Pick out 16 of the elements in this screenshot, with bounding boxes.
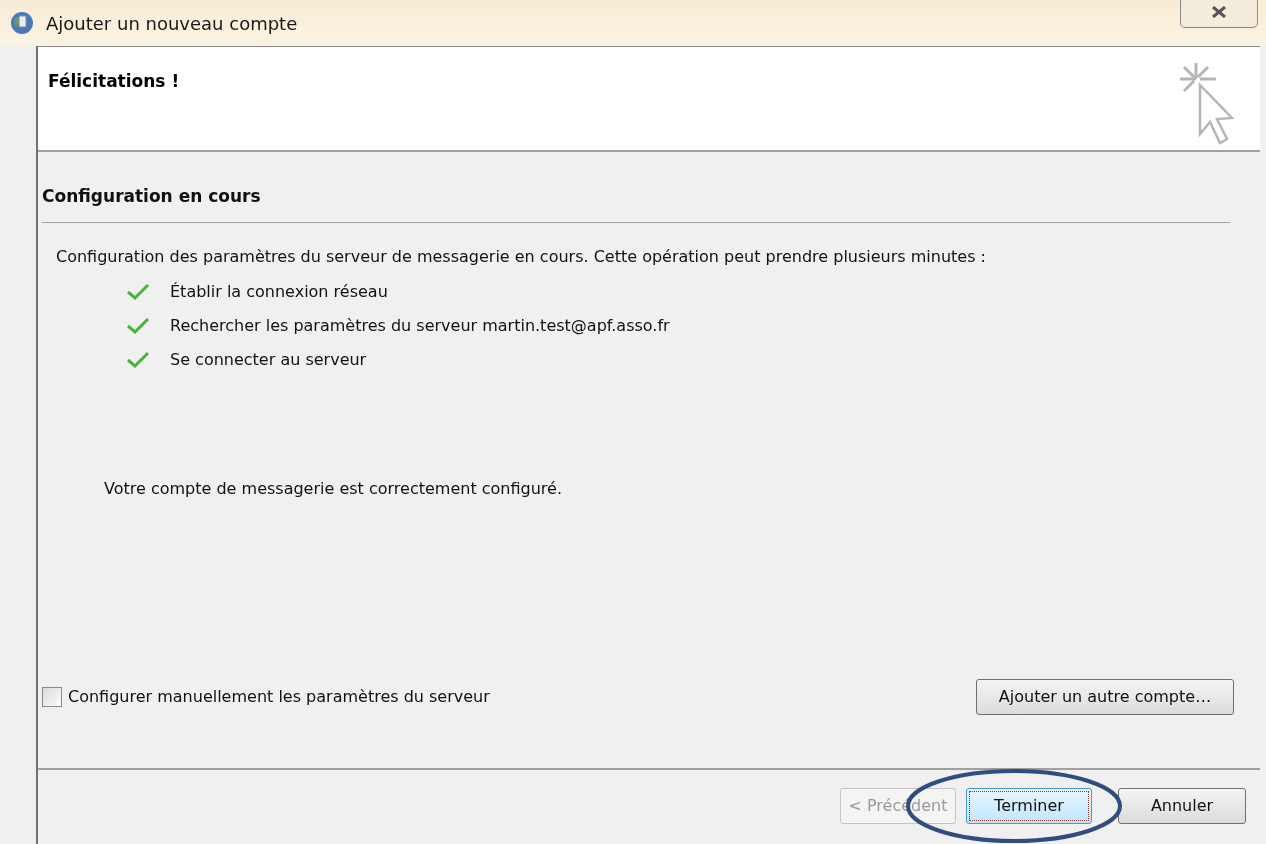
checkbox[interactable] [42,686,62,707]
intro-text: Configuration des paramètres du serveur de messagerie en cours. Cette opération peut prendre plusieurs minutes : [56,245,987,268]
header-title: Félicitations ! [48,70,180,91]
section-title: Configuration en cours [42,185,262,208]
add-account-button[interactable]: Ajouter un autre compte… [976,678,1234,715]
step-text: Se connecter au serveur [170,348,367,371]
step-text: Établir la connexion réseau [170,280,388,303]
close-button[interactable] [1180,0,1258,28]
finish-button[interactable]: Terminer [966,788,1092,824]
step-text: Rechercher les paramètres du serveur martin.test@apf.asso.fr [170,314,670,337]
window-title: Ajouter un nouveau compte [46,11,298,36]
globe-icon [10,11,34,35]
close-icon [1211,6,1227,18]
result-text: Votre compte de messagerie est correctement configuré. [104,477,563,500]
checkbox-label: Configurer manuellement les paramètres du serveur [68,685,490,708]
cancel-button[interactable]: Annuler [1118,788,1246,824]
